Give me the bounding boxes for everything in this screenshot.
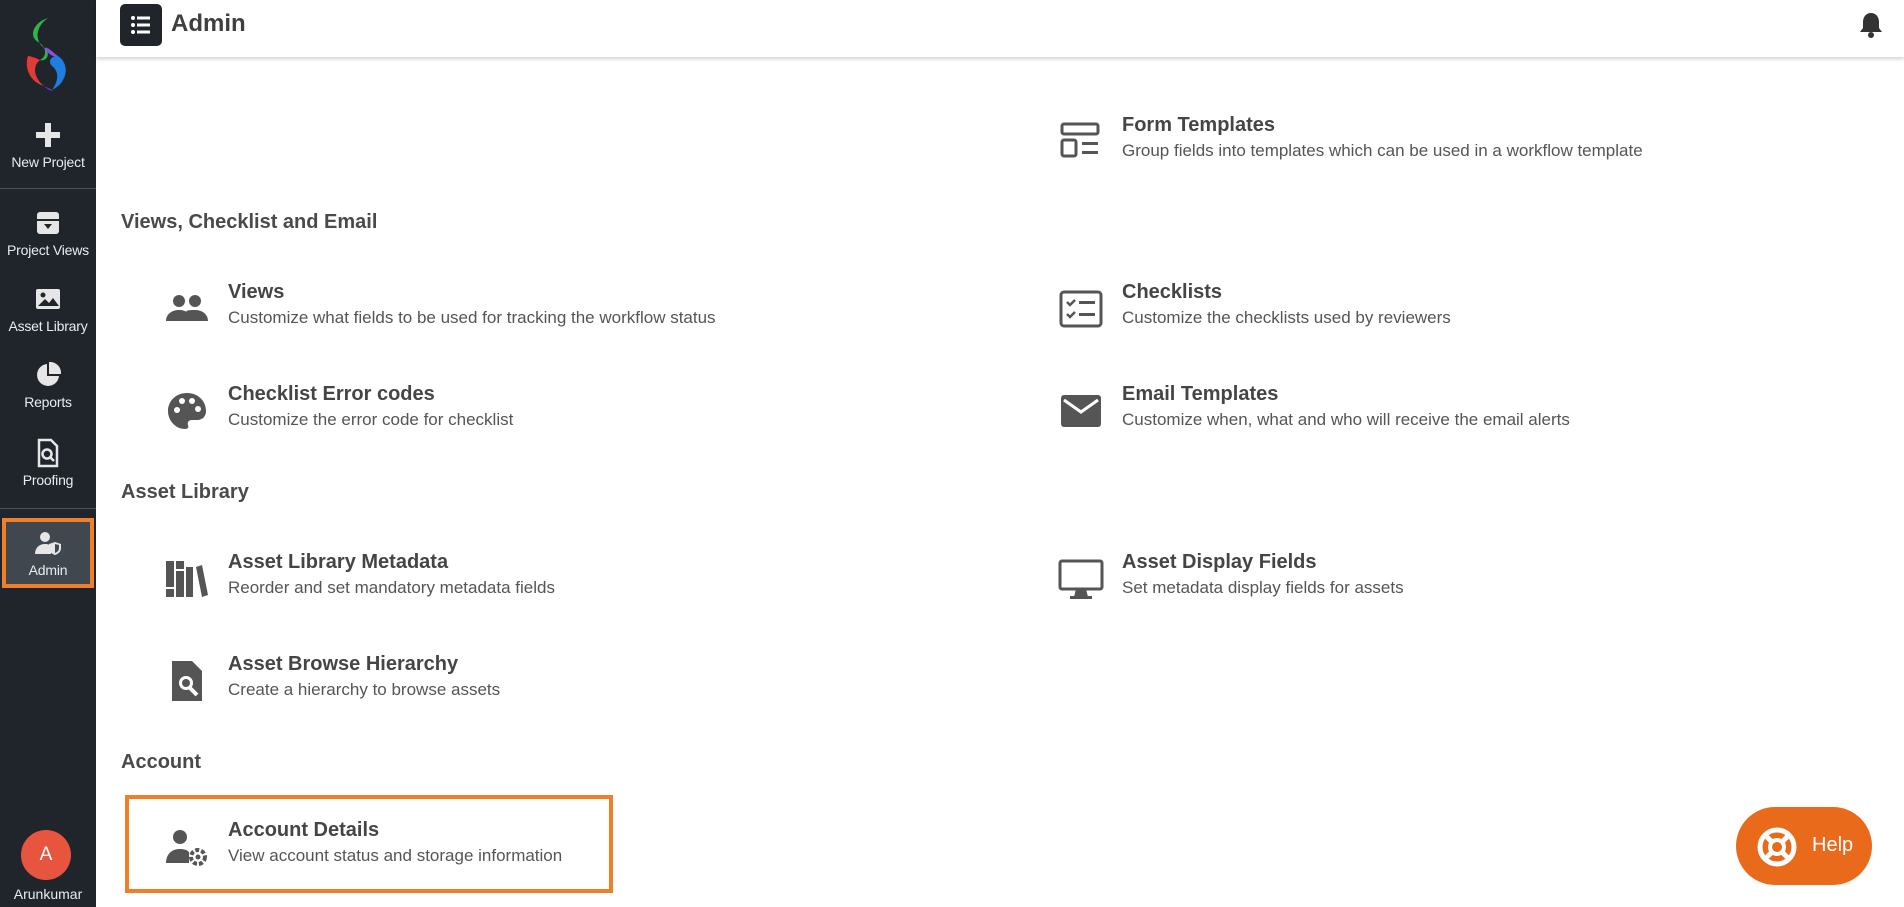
sidebar-divider bbox=[0, 188, 96, 189]
card-asset-library-metadata[interactable]: Asset Library Metadata Reorder and set m… bbox=[164, 551, 764, 621]
archive-icon bbox=[37, 212, 59, 234]
top-header: Admin bbox=[96, 0, 1904, 57]
bell-icon[interactable] bbox=[1856, 10, 1886, 40]
sidebar-item-label: Project Views bbox=[7, 242, 89, 258]
sidebar-item-label: Reports bbox=[24, 394, 72, 410]
card-form-templates[interactable]: Form Templates Group fields into templat… bbox=[1058, 114, 1658, 184]
palette-icon bbox=[168, 393, 206, 429]
sidebar-item-label: Asset Library bbox=[8, 318, 88, 334]
list-icon bbox=[131, 16, 150, 34]
app-logo[interactable] bbox=[18, 16, 76, 94]
sidebar-item-label: Proofing bbox=[22, 472, 74, 488]
card-asset-display-fields[interactable]: Asset Display Fields Set metadata displa… bbox=[1058, 551, 1658, 621]
user-shield-icon bbox=[35, 532, 61, 555]
sidebar-item-reports[interactable]: Reports bbox=[0, 360, 96, 410]
section-title-account: Account bbox=[121, 751, 201, 773]
card-checklist-error-codes[interactable]: Checklist Error codes Customize the erro… bbox=[164, 383, 764, 453]
sidebar-divider bbox=[0, 508, 96, 509]
card-title: Form Templates bbox=[1122, 114, 1275, 136]
checklist-icon bbox=[1059, 290, 1103, 328]
mail-icon bbox=[1061, 395, 1101, 427]
card-description: Customize what fields to be used for tra… bbox=[228, 308, 716, 327]
card-title: Asset Library Metadata bbox=[228, 551, 449, 573]
card-title: Account Details bbox=[228, 819, 380, 841]
sidebar-item-new-project[interactable]: New Project bbox=[0, 120, 96, 170]
menu-toggle-button[interactable] bbox=[120, 4, 162, 46]
card-description: Customize the error code for checklist bbox=[228, 410, 514, 429]
card-description: Customize when, what and who will receiv… bbox=[1122, 410, 1570, 429]
card-checklists[interactable]: Checklists Customize the checklists used… bbox=[1058, 281, 1658, 351]
file-search-icon bbox=[172, 661, 202, 701]
help-button[interactable]: Help bbox=[1736, 807, 1872, 885]
card-title: Asset Display Fields bbox=[1122, 551, 1317, 573]
user-name: Arunkumar bbox=[13, 886, 83, 902]
image-icon bbox=[36, 289, 60, 309]
page-title: Admin bbox=[171, 10, 246, 37]
sidebar-item-proofing[interactable]: Proofing bbox=[0, 438, 96, 488]
card-email-templates[interactable]: Email Templates Customize when, what and… bbox=[1058, 383, 1658, 453]
card-title: Checklists bbox=[1122, 281, 1223, 303]
avatar[interactable]: A bbox=[21, 830, 71, 880]
monitor-icon bbox=[1058, 559, 1104, 599]
sidebar-item-label: Admin bbox=[28, 562, 68, 578]
card-description: Create a hierarchy to browse assets bbox=[228, 680, 501, 699]
plus-icon bbox=[36, 123, 60, 147]
admin-content: Form Templates Group fields into templat… bbox=[96, 57, 1904, 907]
form-template-icon bbox=[1060, 122, 1100, 158]
card-title: Views bbox=[228, 281, 285, 303]
sidebar-item-admin[interactable]: Admin bbox=[2, 518, 94, 588]
card-views[interactable]: Views Customize what fields to be used f… bbox=[164, 281, 764, 351]
people-icon bbox=[166, 295, 208, 321]
sidebar: New Project Project Views Asset Library … bbox=[0, 0, 96, 907]
section-title-asset-library: Asset Library bbox=[121, 481, 249, 503]
card-asset-browse-hierarchy[interactable]: Asset Browse Hierarchy Create a hierarch… bbox=[164, 653, 764, 723]
card-title: Asset Browse Hierarchy bbox=[228, 653, 459, 675]
card-description: Group fields into templates which can be… bbox=[1122, 141, 1643, 160]
card-description: Customize the checklists used by reviewe… bbox=[1122, 308, 1451, 327]
card-description: Reorder and set mandatory metadata field… bbox=[228, 578, 555, 597]
books-icon bbox=[166, 561, 208, 597]
sidebar-item-label: New Project bbox=[11, 154, 85, 170]
help-label: Help bbox=[1812, 834, 1854, 856]
section-title-views: Views, Checklist and Email bbox=[121, 211, 378, 233]
card-account-details[interactable]: Account Details View account status and … bbox=[125, 795, 613, 893]
card-title: Checklist Error codes bbox=[228, 383, 435, 405]
card-title: Email Templates bbox=[1122, 383, 1279, 405]
user-gear-icon bbox=[166, 830, 207, 866]
lifebuoy-icon bbox=[1757, 827, 1797, 867]
pie-chart-icon bbox=[37, 361, 62, 386]
sidebar-item-project-views[interactable]: Project Views bbox=[0, 208, 96, 258]
sidebar-item-asset-library[interactable]: Asset Library bbox=[0, 284, 96, 334]
card-description: View account status and storage informat… bbox=[228, 846, 563, 865]
file-search-icon bbox=[37, 438, 59, 468]
card-description: Set metadata display fields for assets bbox=[1122, 578, 1404, 597]
